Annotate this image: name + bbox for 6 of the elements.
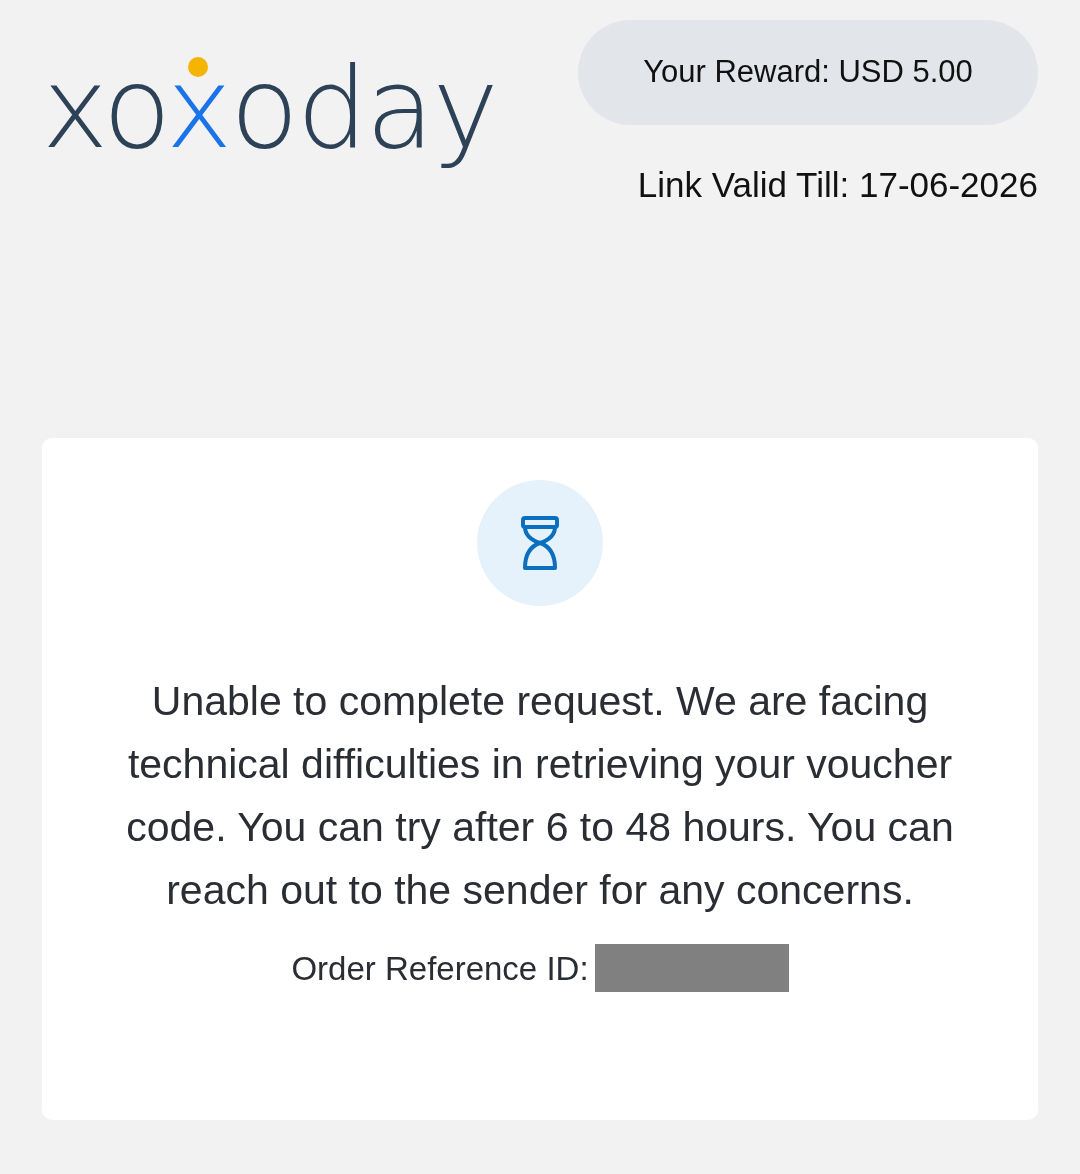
link-validity: Link Valid Till: 17-06-2026: [637, 164, 1038, 206]
error-message: Unable to complete request. We are facing technical difficulties in retrieving your voucher code. You can try after 6 to 48 hours. You can reach out to the sender for any concerns.: [125, 676, 955, 915]
order-reference-label: Order Reference ID:: [291, 948, 589, 989]
brand-logo: xoxoday: [42, 48, 497, 168]
reward-badge: Your Reward: USD 5.00: [578, 20, 1038, 125]
hourglass-icon: [521, 515, 559, 570]
